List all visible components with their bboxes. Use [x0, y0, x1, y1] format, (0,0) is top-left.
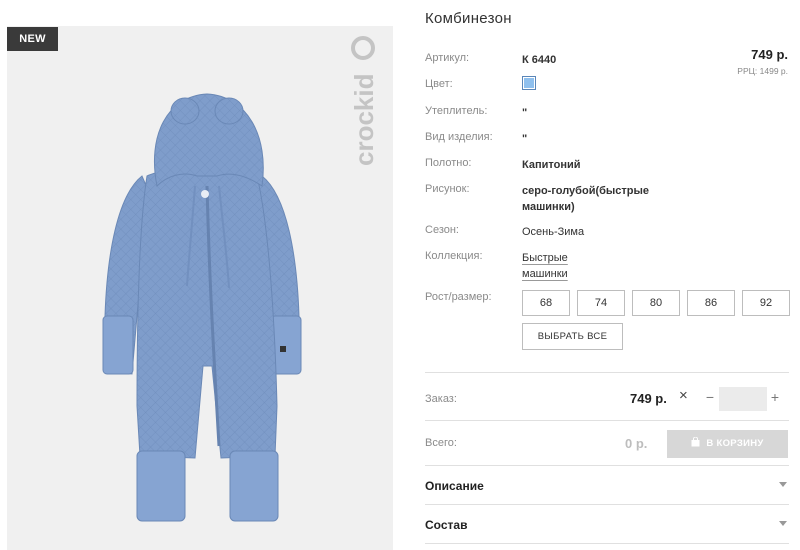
attr-value: К 6440: [522, 54, 557, 66]
divider: [425, 465, 789, 466]
attr-label: Цвет:: [425, 78, 453, 90]
attr-value: ": [522, 107, 528, 119]
product-details: Комбинезон 749 р. РРЦ: 1499 р. Артикул: …: [425, 0, 800, 550]
attr-label: Утеплитель:: [425, 105, 488, 117]
chevron-down-icon: [779, 521, 787, 526]
svg-text:crockid: crockid: [349, 74, 379, 167]
new-badge: NEW: [7, 27, 58, 51]
price-rrp: РРЦ: 1499 р.: [737, 66, 788, 76]
divider: [425, 372, 789, 373]
collection-link[interactable]: Быстрые машинки: [522, 250, 568, 282]
brand-logo-icon: crockid: [349, 36, 379, 167]
order-label: Заказ:: [425, 393, 457, 405]
price-current: 749 р.: [751, 47, 788, 62]
size-option-86[interactable]: 86: [687, 290, 735, 316]
section-label: Описание: [425, 479, 484, 493]
attr-value: Осень-Зима: [522, 226, 585, 238]
chevron-down-icon: [779, 482, 787, 487]
quantity-plus-button[interactable]: +: [769, 388, 781, 406]
quantity-minus-button[interactable]: −: [704, 389, 716, 405]
quantity-input[interactable]: [719, 387, 767, 411]
attr-value: Капитоний: [522, 159, 581, 171]
select-all-button[interactable]: ВЫБРАТЬ ВСЕ: [522, 323, 623, 350]
divider: [425, 420, 789, 421]
color-swatch[interactable]: [522, 76, 536, 90]
product-title: Комбинезон: [425, 10, 512, 27]
divider: [425, 504, 789, 505]
add-to-cart-button[interactable]: В КОРЗИНУ: [667, 430, 788, 458]
attr-label: Вид изделия:: [425, 131, 493, 143]
size-option-92[interactable]: 92: [742, 290, 790, 316]
attr-label: Рисунок:: [425, 183, 470, 195]
times-icon: ×: [679, 387, 688, 404]
shopping-bag-icon: [691, 437, 700, 447]
attr-label: Сезон:: [425, 224, 459, 236]
attr-value: серо-голубой(быстрые машинки): [522, 185, 650, 213]
jumpsuit-illustration: [102, 93, 302, 522]
order-price: 749 р.: [630, 391, 667, 406]
total-label: Всего:: [425, 437, 457, 449]
product-image[interactable]: NEW crockid: [7, 26, 393, 550]
total-value: 0 р.: [625, 436, 648, 451]
add-to-cart-label: В КОРЗИНУ: [706, 438, 764, 449]
attr-label: Полотно:: [425, 157, 472, 169]
divider: [425, 543, 789, 544]
section-label: Состав: [425, 518, 468, 532]
size-option-80[interactable]: 80: [632, 290, 680, 316]
size-options: 68 74 80 86 92: [522, 290, 790, 316]
size-option-74[interactable]: 74: [577, 290, 625, 316]
attr-value: ": [522, 133, 528, 145]
attr-label: Коллекция:: [425, 250, 483, 262]
size-label: Рост/размер:: [425, 291, 492, 303]
attr-label: Артикул:: [425, 52, 470, 64]
size-option-68[interactable]: 68: [522, 290, 570, 316]
